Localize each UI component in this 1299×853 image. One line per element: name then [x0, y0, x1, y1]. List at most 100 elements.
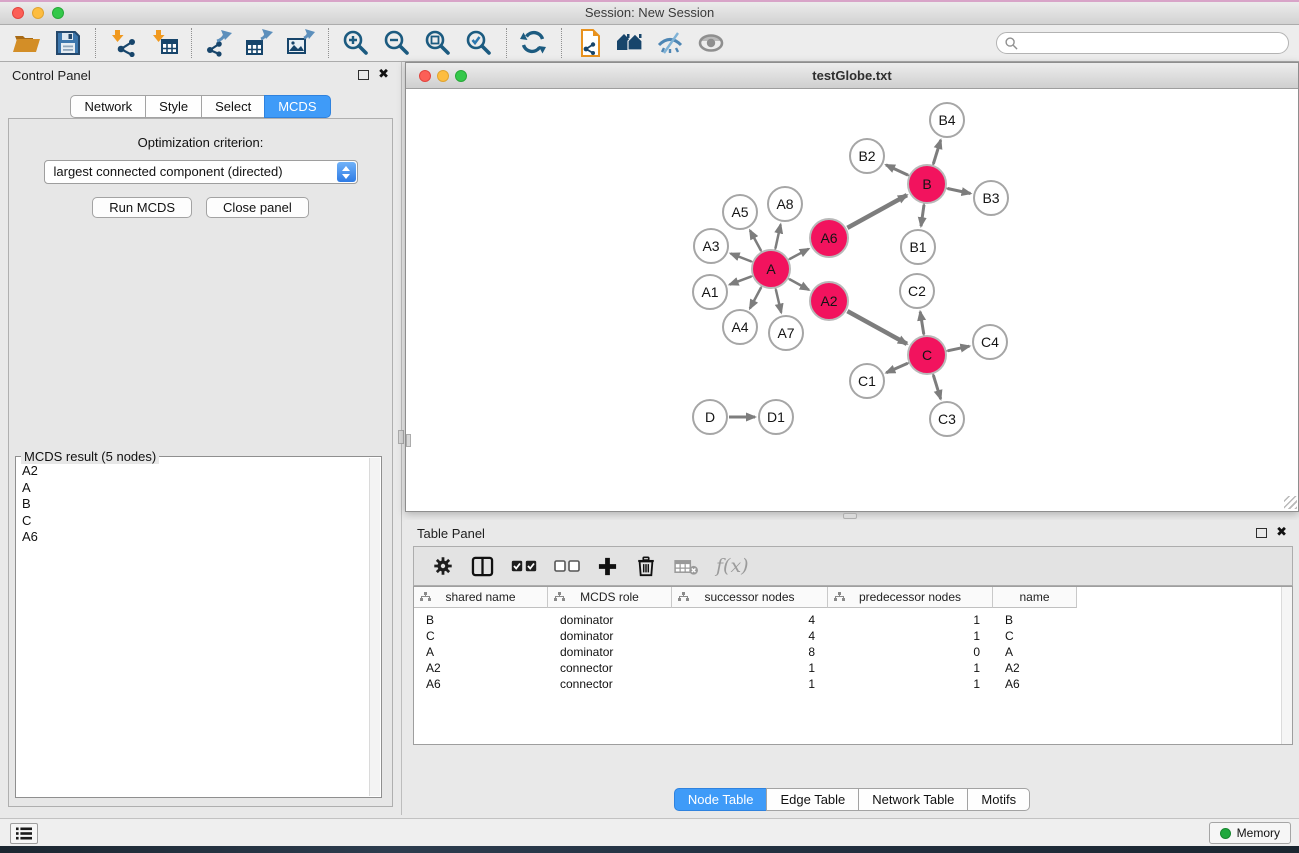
- cell-shared-name[interactable]: A6: [414, 676, 548, 692]
- tab-edge-table[interactable]: Edge Table: [766, 788, 859, 811]
- graph-edge-B-B1[interactable]: [921, 205, 924, 226]
- cell-name[interactable]: A6: [993, 676, 1077, 692]
- cell-shared-name[interactable]: C: [414, 628, 548, 644]
- cell-name[interactable]: A: [993, 644, 1077, 660]
- zoom-in-button[interactable]: [338, 28, 374, 58]
- cell-name[interactable]: B: [993, 612, 1077, 628]
- table-row[interactable]: Adominator80A: [414, 644, 1292, 660]
- graph-node-B1[interactable]: B1: [901, 230, 935, 264]
- graph-node-B[interactable]: B: [908, 165, 946, 203]
- show-details-button[interactable]: [694, 28, 730, 58]
- network-close-button[interactable]: [419, 70, 431, 82]
- zoom-selected-button[interactable]: [461, 28, 497, 58]
- graph-node-C[interactable]: C: [908, 336, 946, 374]
- refresh-network-button[interactable]: [516, 28, 552, 58]
- graph-node-A5[interactable]: A5: [723, 195, 757, 229]
- graph-edge-A-A4[interactable]: [750, 288, 761, 309]
- select-all-columns-button[interactable]: [511, 560, 537, 572]
- graph-edge-A-A3[interactable]: [731, 254, 752, 262]
- close-panel-button[interactable]: Close panel: [206, 197, 309, 218]
- graph-node-A4[interactable]: A4: [723, 310, 757, 344]
- close-window-button[interactable]: [12, 7, 24, 19]
- cell-predecessor-nodes[interactable]: 1: [828, 612, 993, 628]
- column-header-shared-name[interactable]: shared name: [414, 587, 548, 608]
- graph-edge-A-A2[interactable]: [789, 279, 809, 290]
- graph-node-A6[interactable]: A6: [810, 219, 848, 257]
- column-header-successor-nodes[interactable]: successor nodes: [672, 587, 828, 608]
- criterion-select[interactable]: largest connected component (directed): [44, 160, 358, 184]
- graph-node-D1[interactable]: D1: [759, 400, 793, 434]
- cell-predecessor-nodes[interactable]: 0: [828, 644, 993, 660]
- show-networks-button[interactable]: [612, 28, 648, 58]
- tab-style[interactable]: Style: [145, 95, 202, 118]
- canvas-scroll-nub[interactable]: [406, 434, 411, 447]
- task-history-button[interactable]: [10, 823, 38, 844]
- run-mcds-button[interactable]: Run MCDS: [92, 197, 192, 218]
- table-float-panel-icon[interactable]: [1256, 528, 1267, 538]
- search-input[interactable]: [996, 32, 1289, 54]
- graph-node-C1[interactable]: C1: [850, 364, 884, 398]
- panel-splitter-handle[interactable]: [398, 430, 404, 444]
- cell-mcds-role[interactable]: dominator: [548, 628, 672, 644]
- tab-node-table[interactable]: Node Table: [674, 788, 768, 811]
- window-resize-grip[interactable]: [1284, 496, 1297, 509]
- tab-network[interactable]: Network: [70, 95, 146, 118]
- cell-mcds-role[interactable]: dominator: [548, 644, 672, 660]
- graph-edge-B-B3[interactable]: [948, 189, 971, 194]
- network-zoom-button[interactable]: [455, 70, 467, 82]
- graph-edge-C-C1[interactable]: [886, 363, 907, 372]
- result-item[interactable]: A: [22, 480, 367, 497]
- column-header-mcds-role[interactable]: MCDS role: [548, 587, 672, 608]
- graph-node-B2[interactable]: B2: [850, 139, 884, 173]
- result-item[interactable]: B: [22, 496, 367, 513]
- tab-select[interactable]: Select: [201, 95, 265, 118]
- add-column-button[interactable]: [597, 556, 618, 577]
- graph-edge-A-A5[interactable]: [750, 230, 761, 250]
- table-row[interactable]: A2connector11A2: [414, 660, 1292, 676]
- column-header-name[interactable]: name: [993, 587, 1077, 608]
- graph-node-A1[interactable]: A1: [693, 275, 727, 309]
- tab-network-table[interactable]: Network Table: [858, 788, 968, 811]
- graph-edge-A-A6[interactable]: [790, 249, 809, 259]
- tab-mcds[interactable]: MCDS: [264, 95, 330, 118]
- network-minimize-button[interactable]: [437, 70, 449, 82]
- cell-name[interactable]: C: [993, 628, 1077, 644]
- graph-edge-A6-B[interactable]: [847, 195, 907, 228]
- graph-node-A7[interactable]: A7: [769, 316, 803, 350]
- table-row[interactable]: A6connector11A6: [414, 676, 1292, 692]
- network-canvas[interactable]: AA1A2A3A4A5A6A7A8BB1B2B3B4CC1C2C3C4DD1: [406, 89, 1298, 510]
- graph-node-A8[interactable]: A8: [768, 187, 802, 221]
- zoom-fit-button[interactable]: [420, 28, 456, 58]
- tab-motifs[interactable]: Motifs: [967, 788, 1030, 811]
- graph-node-A2[interactable]: A2: [810, 282, 848, 320]
- graph-node-B3[interactable]: B3: [974, 181, 1008, 215]
- save-session-button[interactable]: [50, 28, 86, 58]
- memory-button[interactable]: Memory: [1209, 822, 1291, 844]
- graph-edge-C-C2[interactable]: [920, 312, 924, 335]
- result-item[interactable]: A2: [22, 463, 367, 480]
- cell-mcds-role[interactable]: connector: [548, 660, 672, 676]
- cell-successor-nodes[interactable]: 4: [672, 628, 828, 644]
- table-settings-button[interactable]: [432, 555, 454, 577]
- import-table-button[interactable]: [146, 28, 182, 58]
- hide-details-button[interactable]: [653, 28, 689, 58]
- import-network-button[interactable]: [105, 28, 141, 58]
- cell-predecessor-nodes[interactable]: 1: [828, 660, 993, 676]
- graph-edge-A2-C[interactable]: [847, 311, 907, 344]
- cell-shared-name[interactable]: A: [414, 644, 548, 660]
- delete-columns-button[interactable]: [635, 555, 657, 577]
- export-table-button[interactable]: [242, 28, 278, 58]
- split-columns-button[interactable]: [471, 556, 494, 577]
- graph-node-A3[interactable]: A3: [694, 229, 728, 263]
- graph-node-B4[interactable]: B4: [930, 103, 964, 137]
- float-panel-icon[interactable]: [358, 70, 369, 80]
- table-row[interactable]: Bdominator41B: [414, 612, 1292, 628]
- graph-node-C4[interactable]: C4: [973, 325, 1007, 359]
- graph-edge-A-A7[interactable]: [776, 289, 781, 312]
- table-scrollbar[interactable]: [1281, 587, 1292, 744]
- zoom-out-button[interactable]: [379, 28, 415, 58]
- cell-predecessor-nodes[interactable]: 1: [828, 676, 993, 692]
- graph-edge-B-B4[interactable]: [933, 140, 940, 164]
- cell-successor-nodes[interactable]: 4: [672, 612, 828, 628]
- result-item[interactable]: C: [22, 513, 367, 530]
